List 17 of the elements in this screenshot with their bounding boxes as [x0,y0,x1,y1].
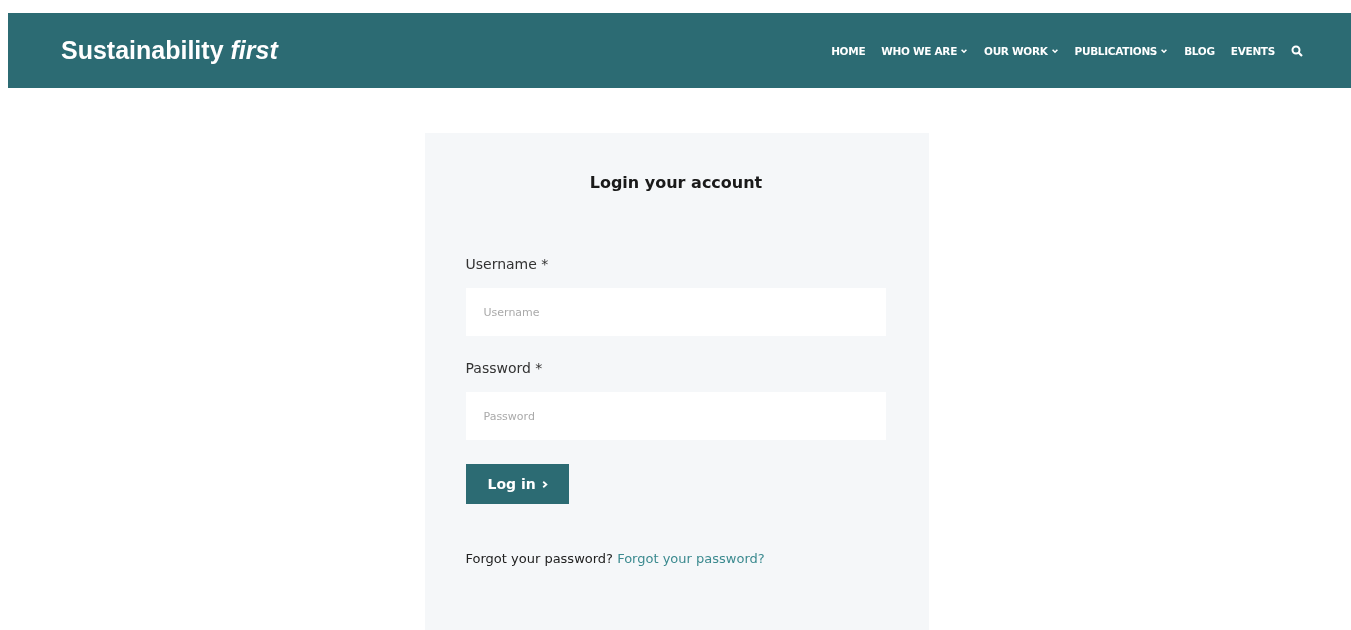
nav-link[interactable]: OUR WORK [984,44,1059,57]
search-icon[interactable] [1291,44,1303,57]
login-button[interactable]: Log in [465,464,569,504]
field-label: Username * [465,256,550,272]
forgot-password-link[interactable]: Forgot your password? [617,551,765,566]
forgot-password-text: Forgot your password? Forgot your password? [465,551,766,566]
nav-link[interactable]: EVENTS [1230,44,1275,57]
nav-link[interactable]: WHO WE ARE [881,44,968,57]
input-field[interactable]: Password [465,392,886,440]
site-logo[interactable]: Sustainability first [61,36,278,65]
field-label: Password * [465,360,544,376]
chevron-right-icon [540,479,549,489]
input-field[interactable]: Username [465,288,886,336]
login-title: Login your account [588,173,764,192]
nav-link[interactable]: HOME [831,44,866,57]
nav-link[interactable]: PUBLICATIONS [1074,44,1169,57]
nav-link[interactable]: BLOG [1184,44,1215,57]
